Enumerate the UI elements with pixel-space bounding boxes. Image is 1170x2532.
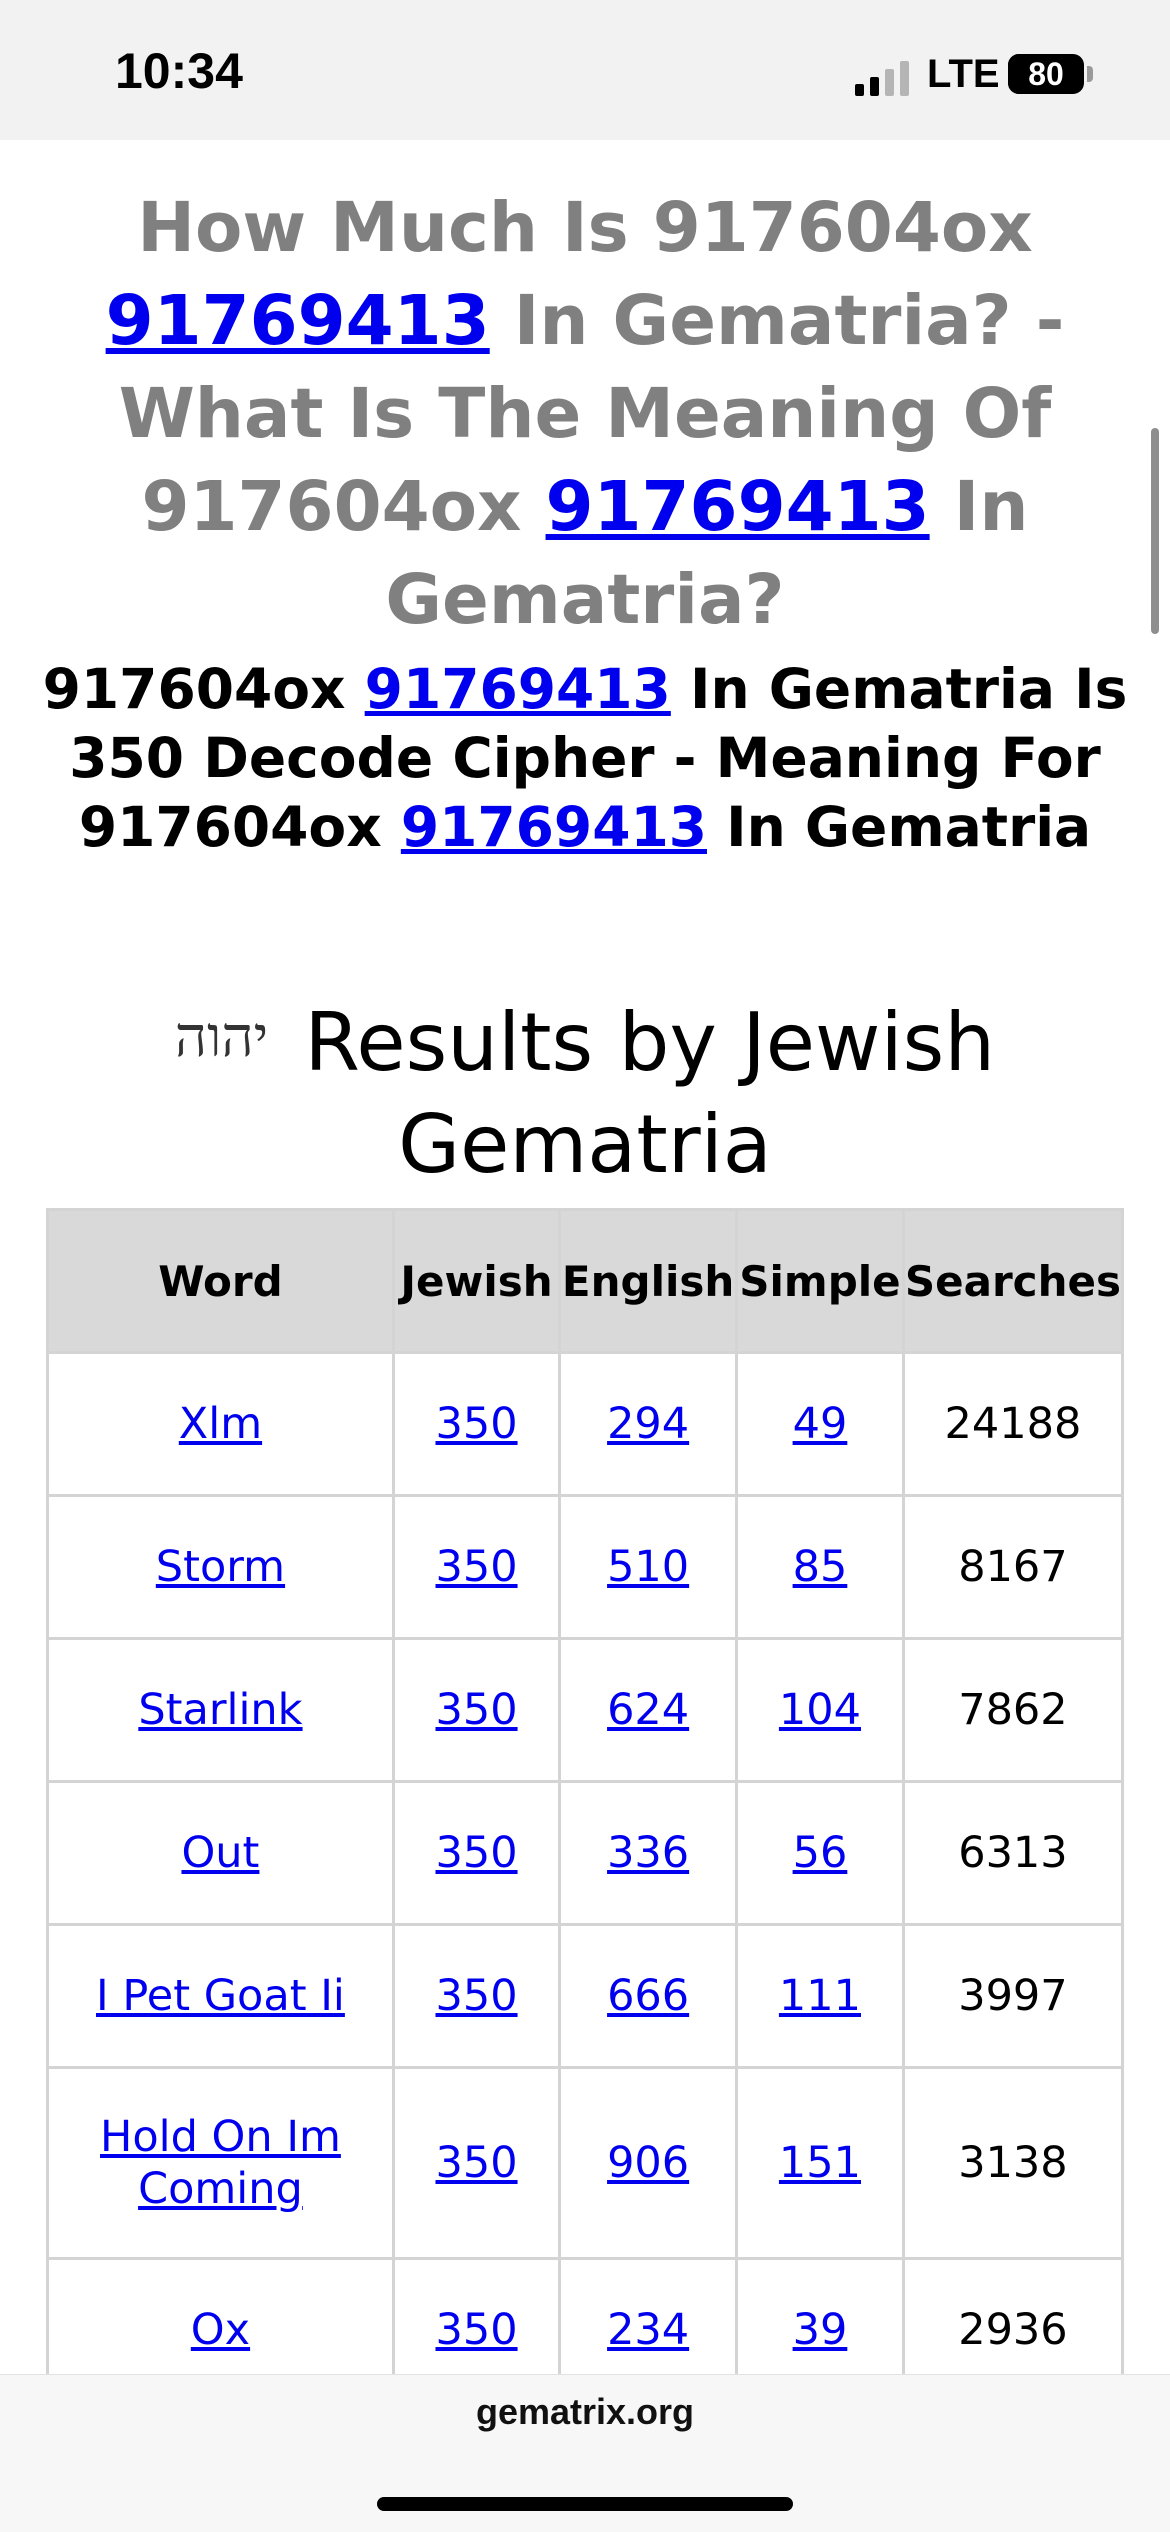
section-title-text: Results by Jewish Gematria bbox=[304, 996, 996, 1191]
simple-value-link[interactable]: 104 bbox=[779, 1685, 861, 1735]
cell-english: 666 bbox=[558, 1923, 739, 2069]
jewish-value-link[interactable]: 350 bbox=[435, 1685, 517, 1735]
number-link[interactable]: 91769413 bbox=[106, 281, 490, 361]
cell-word: Out bbox=[46, 1780, 395, 1926]
page-title-text: How Much Is 917604ox bbox=[137, 188, 1033, 268]
section-title: יהוה Results by Jewish Gematria bbox=[60, 992, 1110, 1196]
column-header-english: English bbox=[558, 1208, 739, 1354]
cell-searches: 8167 bbox=[901, 1494, 1125, 1640]
word-link[interactable]: Hold On Im Coming bbox=[100, 2112, 341, 2214]
word-link[interactable]: Xlm bbox=[179, 1399, 262, 1449]
word-link[interactable]: Storm bbox=[156, 1542, 285, 1592]
cell-searches: 3138 bbox=[901, 2066, 1125, 2260]
jewish-value-link[interactable]: 350 bbox=[435, 1399, 517, 1449]
network-type-label: LTE bbox=[927, 52, 1000, 96]
cell-english: 624 bbox=[558, 1637, 739, 1783]
cell-jewish: 350 bbox=[391, 1494, 562, 1640]
cell-searches: 7862 bbox=[901, 1637, 1125, 1783]
table-row: Xlm 350 294 49 24188 bbox=[46, 1351, 1125, 1497]
cell-word: Hold On Im Coming bbox=[46, 2066, 395, 2260]
jewish-value-link[interactable]: 350 bbox=[435, 2305, 517, 2355]
table-row: Out 350 336 56 6313 bbox=[46, 1780, 1125, 1926]
screen: 10:34 LTE 80 How Much Is 917604ox 917694… bbox=[0, 0, 1170, 2532]
word-link[interactable]: Starlink bbox=[138, 1685, 302, 1735]
jewish-value-link[interactable]: 350 bbox=[435, 1971, 517, 2021]
english-value-link[interactable]: 336 bbox=[607, 1828, 689, 1878]
column-header-jewish: Jewish bbox=[391, 1208, 562, 1354]
page-scrollbar[interactable] bbox=[1151, 428, 1159, 634]
jewish-value-link[interactable]: 350 bbox=[435, 1828, 517, 1878]
status-bar: 10:34 LTE 80 bbox=[0, 0, 1170, 140]
cell-word: Xlm bbox=[46, 1351, 395, 1497]
column-header-searches: Searches bbox=[901, 1208, 1125, 1354]
simple-value-link[interactable]: 39 bbox=[793, 2305, 848, 2355]
simple-value-link[interactable]: 85 bbox=[793, 1542, 848, 1592]
home-indicator[interactable] bbox=[377, 2497, 793, 2511]
cell-jewish: 350 bbox=[391, 1923, 562, 2069]
table-row: Storm 350 510 85 8167 bbox=[46, 1494, 1125, 1640]
url-address-bar[interactable]: gematrix.org bbox=[0, 2391, 1170, 2433]
number-link[interactable]: 91769413 bbox=[365, 657, 671, 721]
english-value-link[interactable]: 510 bbox=[607, 1542, 689, 1592]
word-link[interactable]: I Pet Goat Ii bbox=[96, 1971, 345, 2021]
battery-icon: 80 bbox=[1008, 54, 1084, 94]
cell-simple: 111 bbox=[735, 1923, 905, 2069]
cell-word: I Pet Goat Ii bbox=[46, 1923, 395, 2069]
number-link[interactable]: 91769413 bbox=[401, 795, 707, 859]
battery-percentage: 80 bbox=[1028, 56, 1064, 92]
simple-value-link[interactable]: 151 bbox=[779, 2138, 861, 2188]
page-subtitle-text: 917604ox bbox=[42, 657, 365, 721]
cell-searches: 24188 bbox=[901, 1351, 1125, 1497]
cell-word: Starlink bbox=[46, 1637, 395, 1783]
cell-jewish: 350 bbox=[391, 2066, 562, 2260]
english-value-link[interactable]: 666 bbox=[607, 1971, 689, 2021]
results-table: Word Jewish English Simple Searches Xlm … bbox=[46, 1208, 1125, 2403]
table-row: Starlink 350 624 104 7862 bbox=[46, 1637, 1125, 1783]
cell-english: 336 bbox=[558, 1780, 739, 1926]
simple-value-link[interactable]: 56 bbox=[793, 1828, 848, 1878]
cellular-signal-icon bbox=[855, 58, 915, 96]
cell-english: 294 bbox=[558, 1351, 739, 1497]
cell-jewish: 350 bbox=[391, 1637, 562, 1783]
table-row: I Pet Goat Ii 350 666 111 3997 bbox=[46, 1923, 1125, 2069]
page-subtitle: 917604ox 91769413 In Gematria Is 350 Dec… bbox=[40, 655, 1130, 862]
word-link[interactable]: Out bbox=[181, 1828, 259, 1878]
number-link[interactable]: 91769413 bbox=[546, 467, 930, 547]
cell-searches: 6313 bbox=[901, 1780, 1125, 1926]
cell-simple: 56 bbox=[735, 1780, 905, 1926]
cell-english: 510 bbox=[558, 1494, 739, 1640]
english-value-link[interactable]: 234 bbox=[607, 2305, 689, 2355]
page-content: How Much Is 917604ox 91769413 In Gematri… bbox=[0, 140, 1170, 2403]
cell-simple: 151 bbox=[735, 2066, 905, 2260]
cell-word: Storm bbox=[46, 1494, 395, 1640]
english-value-link[interactable]: 624 bbox=[607, 1685, 689, 1735]
cell-simple: 49 bbox=[735, 1351, 905, 1497]
hebrew-yhwh-icon: יהוה bbox=[174, 1005, 269, 1071]
battery-tip-icon bbox=[1087, 66, 1093, 82]
cell-searches: 3997 bbox=[901, 1923, 1125, 2069]
jewish-value-link[interactable]: 350 bbox=[435, 2138, 517, 2188]
english-value-link[interactable]: 906 bbox=[607, 2138, 689, 2188]
simple-value-link[interactable]: 49 bbox=[793, 1399, 848, 1449]
simple-value-link[interactable]: 111 bbox=[779, 1971, 861, 2021]
cell-simple: 85 bbox=[735, 1494, 905, 1640]
column-header-simple: Simple bbox=[735, 1208, 905, 1354]
jewish-value-link[interactable]: 350 bbox=[435, 1542, 517, 1592]
page-subtitle-text: In Gematria bbox=[707, 795, 1092, 859]
cell-english: 906 bbox=[558, 2066, 739, 2260]
status-time: 10:34 bbox=[115, 43, 243, 99]
word-link[interactable]: Ox bbox=[191, 2305, 250, 2355]
cell-jewish: 350 bbox=[391, 1351, 562, 1497]
column-header-word: Word bbox=[46, 1208, 395, 1354]
browser-bottom-bar: gematrix.org bbox=[0, 2374, 1170, 2532]
table-header-row: Word Jewish English Simple Searches bbox=[46, 1208, 1125, 1354]
english-value-link[interactable]: 294 bbox=[607, 1399, 689, 1449]
cell-simple: 104 bbox=[735, 1637, 905, 1783]
cell-jewish: 350 bbox=[391, 1780, 562, 1926]
table-row: Hold On Im Coming 350 906 151 3138 bbox=[46, 2066, 1125, 2260]
page-title: How Much Is 917604ox 91769413 In Gematri… bbox=[40, 182, 1130, 647]
